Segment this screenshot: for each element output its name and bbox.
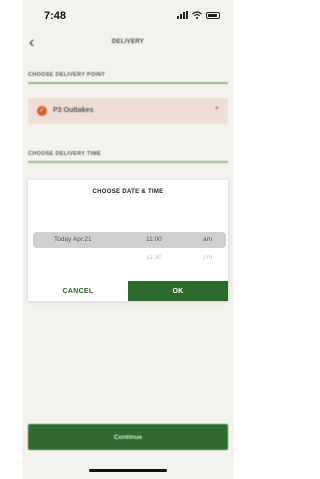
status-time: 7:48 [44,10,67,22]
nav-bar: ‹ DELIVERY [22,34,234,54]
cancel-button[interactable]: CANCEL [28,281,128,301]
picker-time: 11:30 [146,254,162,261]
delivery-point-value: P3 Outtakes [53,107,94,114]
home-indicator[interactable] [89,469,167,472]
picker-row-next[interactable]: 11:30 pm [28,250,228,266]
battery-icon [206,12,220,19]
date-time-picker-dialog: CHOOSE DATE & TIME Today Apr.21 11:00 am… [28,180,228,301]
chevron-down-icon: ▼ [214,106,220,112]
delivery-point-label: CHOOSE DELIVERY POINT [28,72,106,78]
ok-button[interactable]: OK [128,281,228,301]
picker-ampm: pm [203,254,213,261]
delivery-time-label: CHOOSE DELIVERY TIME [28,151,102,157]
check-circle-icon: ✓ [37,106,47,116]
status-icons [177,11,220,19]
phone-screen: 7:48 ‹ DELIVERY CHOOSE DELIVERY POINT ✓ … [22,0,234,479]
picker-ampm: am [203,236,213,243]
picker-time: 11:00 [146,236,162,243]
section-divider [28,161,228,163]
picker-row-selected[interactable]: Today Apr.21 11:00 am [28,232,228,248]
status-bar: 7:48 [22,0,234,28]
page-title: DELIVERY [111,39,145,45]
wifi-icon [192,11,202,19]
dialog-title: CHOOSE DATE & TIME [92,189,164,195]
section-divider [28,82,228,84]
cellular-signal-icon [177,11,188,19]
continue-button[interactable]: Continue [28,424,228,450]
delivery-point-select[interactable]: ✓ P3 Outtakes ▼ [28,98,228,124]
picker-date: Today Apr.21 [54,236,92,243]
